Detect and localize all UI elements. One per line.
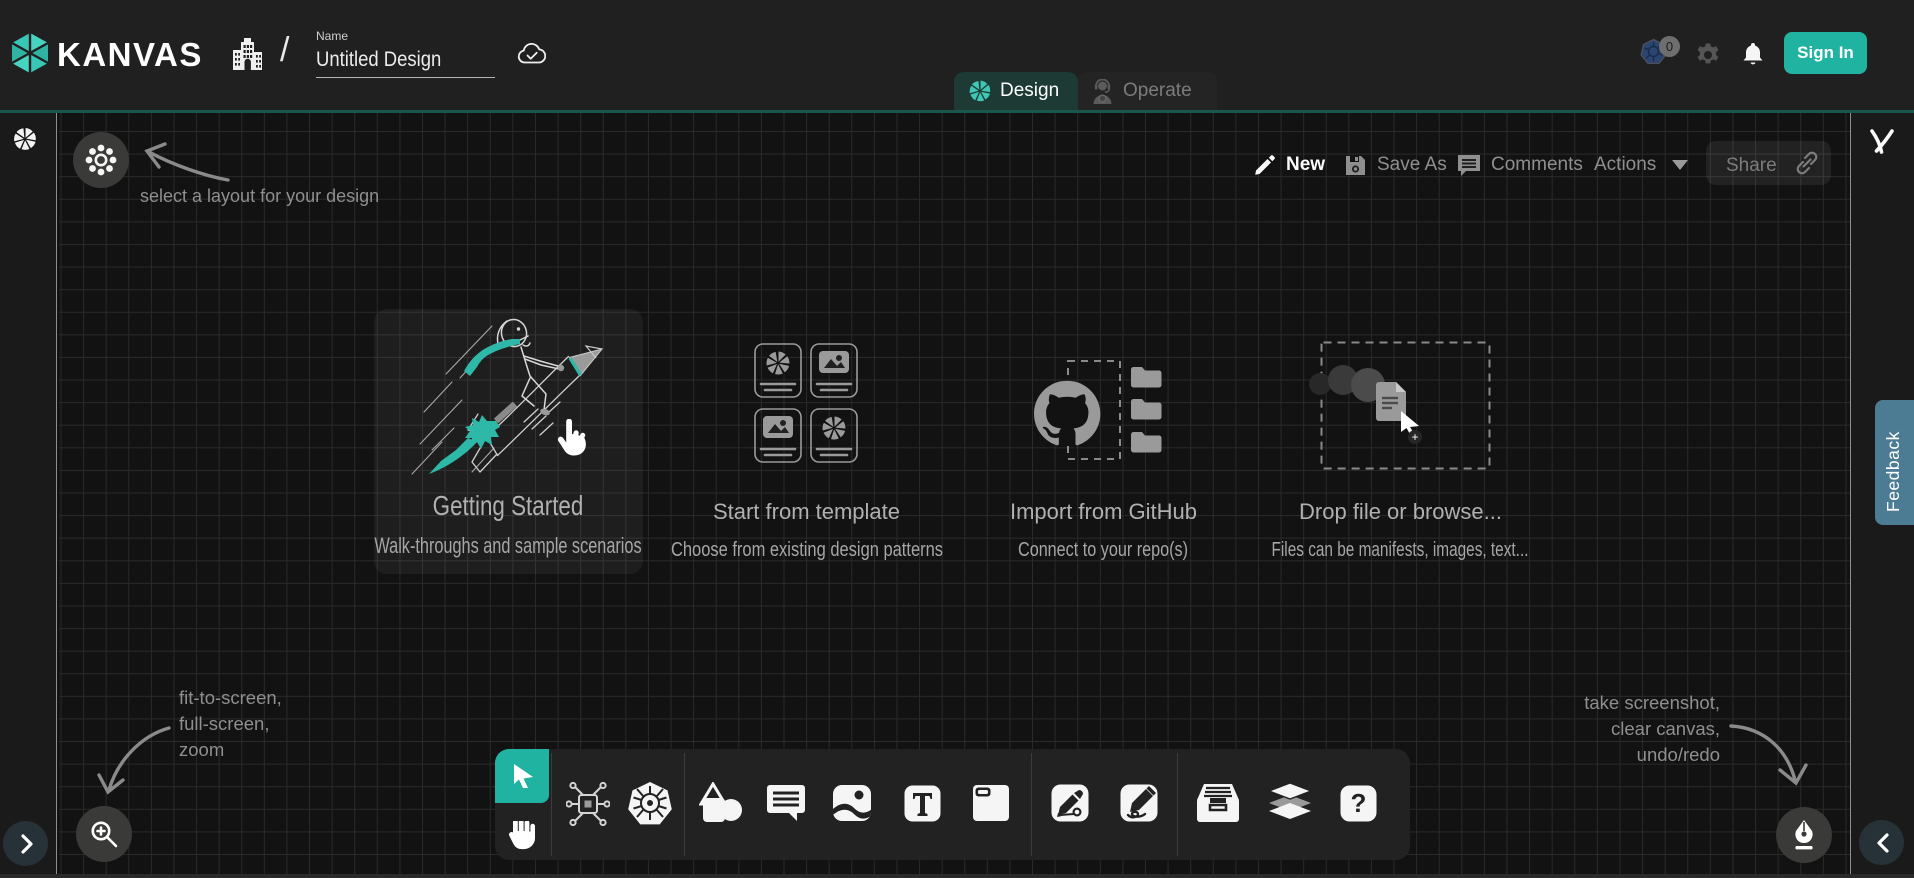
svg-text:?: ?: [1351, 788, 1367, 818]
